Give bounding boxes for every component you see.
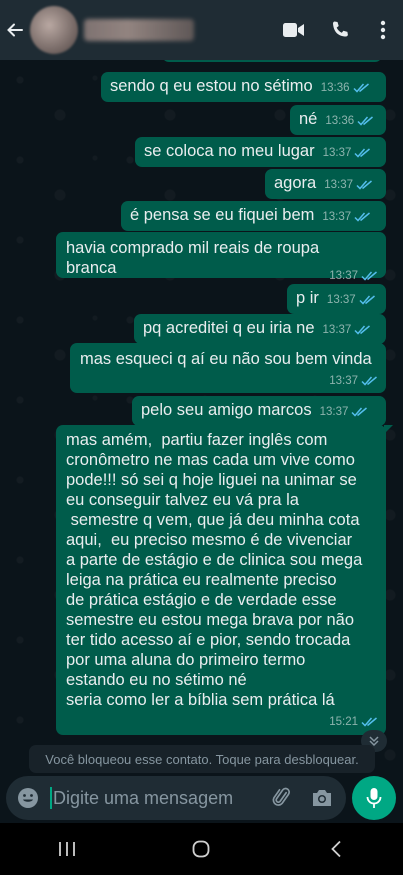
message-text: mas esqueci q aí eu não sou bem vinda (80, 350, 372, 368)
contact-name[interactable] (84, 19, 194, 41)
double-check-icon (359, 295, 375, 305)
message-time: 13:36 (325, 115, 355, 127)
message-bubble[interactable]: mas esqueci q aí eu não sou bem vinda 13… (70, 343, 386, 393)
home-icon (193, 840, 210, 858)
blocked-contact-text: Você bloqueou esse contato. Toque para d… (45, 751, 359, 767)
message-text: é pensa se eu fiquei bem (130, 206, 315, 224)
double-check-icon (361, 376, 377, 386)
double-check-icon (354, 212, 371, 222)
message-time: 13:37 (319, 406, 349, 418)
message-time: 13:37 (322, 147, 352, 159)
chat-area[interactable]: sendo q eu estou no sétimo 13:36 né 13:3… (0, 60, 403, 775)
message-bubble[interactable]: agora 13:37 (265, 169, 386, 199)
system-back-button[interactable] (301, 823, 371, 875)
emoji-icon (18, 788, 38, 808)
message-text: p ir (296, 289, 319, 307)
attach-button[interactable] (262, 776, 302, 820)
message-time: 13:37 (329, 375, 358, 387)
message-bubble[interactable]: pelo seu amigo marcos 13:37 (132, 396, 386, 426)
more-options-button[interactable] (363, 0, 403, 60)
video-call-button[interactable] (271, 0, 317, 60)
phone-icon (333, 21, 348, 37)
message-text: mas amém, partiu fazer inglês com cronôm… (66, 431, 363, 709)
message-text: sendo q eu estou no sétimo (110, 77, 313, 95)
message-time: 13:37 (324, 179, 353, 191)
double-check-icon (354, 325, 371, 335)
back-button[interactable] (0, 0, 30, 60)
double-check-icon (357, 116, 374, 126)
message-bubble[interactable]: né 13:36 (290, 105, 386, 135)
message-time: 13:37 (322, 324, 352, 336)
camera-icon (313, 790, 331, 806)
message-text: se coloca no meu lugar (144, 142, 315, 160)
system-navigation-bar (0, 823, 403, 875)
voice-call-button[interactable] (317, 0, 363, 60)
message-bubble[interactable]: sendo q eu estou no sétimo 13:36 (101, 72, 386, 102)
double-check-icon (361, 717, 377, 727)
message-time: 13:37 (322, 211, 352, 223)
home-button[interactable] (166, 823, 236, 875)
message-time: 15:21 (329, 716, 358, 728)
message-bubble[interactable] (162, 60, 382, 62)
message-bubble[interactable]: havia comprado mil reais de roupa branca… (56, 232, 386, 282)
recents-button[interactable] (32, 823, 102, 875)
back-chevron-icon (331, 840, 341, 858)
blocked-contact-notice[interactable]: Você bloqueou esse contato. Toque para d… (29, 745, 375, 773)
more-vertical-icon (380, 20, 386, 40)
double-check-icon (361, 271, 377, 281)
camera-button[interactable] (302, 776, 342, 820)
microphone-icon (366, 788, 382, 808)
message-bubble[interactable]: se coloca no meu lugar 13:37 (135, 137, 386, 167)
message-input[interactable]: Digite uma mensagem (6, 776, 346, 820)
message-text: pq acreditei q eu iria ne (143, 319, 315, 337)
message-bubble[interactable]: pq acreditei q eu iria ne 13:37 (134, 314, 386, 344)
message-bubble[interactable]: mas amém, partiu fazer inglês com cronôm… (56, 425, 393, 735)
double-check-icon (354, 148, 371, 158)
message-input-bar: Digite uma mensagem (0, 775, 403, 823)
video-camera-icon (283, 23, 304, 37)
message-placeholder: Digite uma mensagem (53, 787, 234, 808)
emoji-button[interactable] (6, 776, 50, 820)
message-text: pelo seu amigo marcos (141, 401, 312, 419)
message-time: 13:36 (320, 82, 350, 94)
double-check-icon (351, 407, 368, 417)
double-check-icon (356, 180, 372, 190)
text-caret (50, 787, 52, 809)
arrow-left-icon (7, 23, 23, 37)
message-time: 13:37 (329, 270, 358, 282)
contact-avatar[interactable] (30, 6, 78, 54)
message-bubble[interactable]: é pensa se eu fiquei bem 13:37 (121, 201, 386, 231)
message-time: 13:37 (326, 294, 356, 306)
message-bubble[interactable]: p ir 13:37 (287, 284, 386, 314)
chat-header (0, 0, 403, 60)
double-check-icon (352, 83, 369, 93)
message-text: agora (274, 174, 317, 192)
recents-icon (59, 842, 76, 856)
voice-message-button[interactable] (352, 776, 396, 820)
message-text: né (299, 110, 318, 128)
paperclip-icon (272, 787, 290, 806)
